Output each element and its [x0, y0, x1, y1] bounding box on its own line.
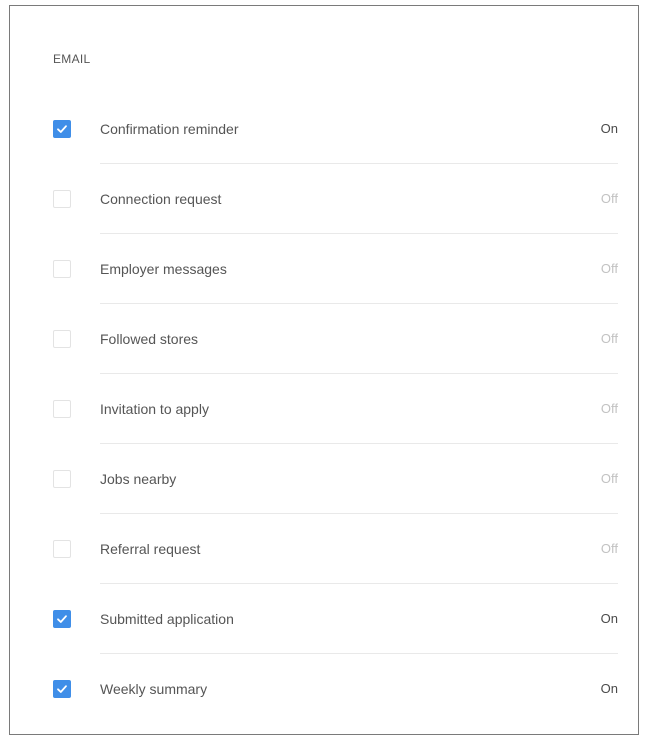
notification-label: Employer messages — [100, 261, 227, 277]
notification-row[interactable]: Confirmation reminder On — [10, 94, 638, 164]
notification-status: Off — [600, 471, 618, 486]
notification-label: Jobs nearby — [100, 471, 177, 487]
notification-row[interactable]: Invitation to apply Off — [10, 374, 638, 444]
notification-checkbox[interactable] — [53, 400, 71, 418]
notification-status: Off — [600, 331, 618, 346]
notification-label: Invitation to apply — [100, 401, 209, 417]
notification-checkbox[interactable] — [53, 610, 71, 628]
check-icon — [57, 125, 67, 133]
notification-row[interactable]: Submitted application On — [10, 584, 638, 654]
notification-checkbox[interactable] — [53, 190, 71, 208]
notification-status: Off — [600, 401, 618, 416]
notification-status: Off — [600, 541, 618, 556]
notification-status: On — [600, 681, 618, 696]
notification-checkbox[interactable] — [53, 680, 71, 698]
notification-status: On — [600, 611, 618, 626]
notification-status: Off — [600, 191, 618, 206]
notification-row[interactable]: Referral request Off — [10, 514, 638, 584]
notification-checkbox[interactable] — [53, 470, 71, 488]
notification-label: Weekly summary — [100, 681, 208, 697]
notification-label: Followed stores — [100, 331, 199, 347]
notification-checkbox[interactable] — [53, 120, 71, 138]
notification-row[interactable]: Followed stores Off — [10, 304, 638, 374]
notification-checkbox[interactable] — [53, 540, 71, 558]
notification-label: Submitted application — [100, 611, 234, 627]
notification-status: Off — [600, 261, 618, 276]
notification-checkbox[interactable] — [53, 260, 71, 278]
notification-row[interactable]: Weekly summary On — [10, 654, 638, 724]
notification-checkbox[interactable] — [53, 330, 71, 348]
check-icon — [57, 685, 67, 693]
notification-status: On — [600, 121, 618, 136]
notification-label: Connection request — [100, 191, 222, 207]
notification-row[interactable]: Connection request Off — [10, 164, 638, 234]
notification-label: Referral request — [100, 541, 201, 557]
notification-row[interactable]: Employer messages Off — [10, 234, 638, 304]
email-settings-panel: EMAIL Confirmation reminder On Connectio… — [9, 5, 639, 735]
section-title: EMAIL — [53, 52, 91, 66]
notification-label: Confirmation reminder — [100, 121, 239, 137]
notification-row[interactable]: Jobs nearby Off — [10, 444, 638, 514]
notification-list: Confirmation reminder On Connection requ… — [10, 94, 638, 724]
check-icon — [57, 615, 67, 623]
